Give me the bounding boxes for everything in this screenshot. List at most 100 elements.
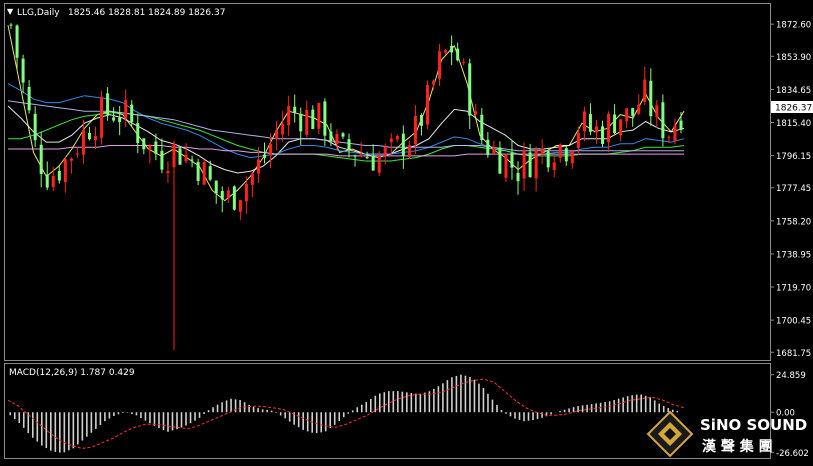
symbol-label: LLG,Daily [17, 8, 60, 18]
candle-body [625, 108, 629, 122]
candle-body [407, 145, 411, 158]
candle-body [353, 155, 357, 157]
candle-body [184, 154, 188, 162]
candle-body [190, 159, 194, 161]
price-tick-label: 1872.60 [776, 21, 811, 31]
candle-body [238, 200, 242, 212]
candle-body [33, 113, 37, 141]
candle-body [208, 166, 212, 180]
candle-body [124, 99, 128, 119]
candle-body [166, 170, 170, 174]
candle-body [317, 103, 321, 129]
candle-body [275, 129, 279, 139]
candle-body [601, 126, 605, 144]
candle-body [679, 120, 683, 130]
candle-body [27, 86, 31, 111]
moving-average-line [7, 105, 685, 174]
candle-body [305, 109, 309, 135]
candle-body [522, 150, 526, 179]
candlestick-layer [9, 22, 683, 351]
candle-body [462, 61, 466, 63]
candle-body [323, 101, 327, 136]
macd-layer [7, 374, 685, 453]
candle-body [594, 126, 598, 133]
candle-body [293, 106, 297, 113]
logo-name-en: SiNO SOUND [700, 416, 807, 434]
candle-body [474, 111, 478, 115]
candle-body [311, 109, 315, 129]
candle-body [63, 159, 67, 183]
candle-body [419, 115, 423, 126]
candle-body [329, 131, 333, 141]
candle-body [425, 85, 429, 125]
candle-body [94, 136, 98, 141]
candle-body [558, 144, 562, 158]
candle-body [154, 141, 158, 154]
candle-body [347, 139, 351, 151]
candle-body [444, 50, 448, 53]
candle-body [552, 162, 556, 170]
candle-body [631, 107, 635, 116]
price-tick-label: 1681.75 [776, 349, 811, 359]
candle-body [534, 150, 538, 179]
price-tick-label: 1834.65 [776, 86, 811, 96]
price-tick-label: 1796.15 [776, 152, 811, 162]
candle-body [136, 123, 140, 144]
candle-body [401, 133, 405, 156]
candle-body [498, 147, 502, 174]
candle-body [81, 130, 85, 155]
candle-body [661, 102, 665, 139]
candle-body [335, 133, 339, 145]
candle-body [637, 104, 641, 114]
candle-body [299, 113, 303, 132]
price-tick-label: 1853.90 [776, 53, 811, 63]
macd-tick-label: -26.602 [776, 449, 809, 459]
candle-body [244, 183, 248, 202]
price-tick-label: 1738.95 [776, 250, 811, 260]
candle-body [570, 151, 574, 164]
candle-body [377, 155, 381, 173]
candle-body [673, 125, 677, 141]
moving-average-line [7, 100, 684, 152]
ohlc-values: 1825.46 1828.81 1824.89 1826.37 [68, 8, 225, 18]
candle-body [546, 151, 550, 168]
candle-body [160, 150, 164, 170]
candle-body [504, 154, 508, 178]
candle-body [582, 111, 586, 132]
candle-body [613, 114, 617, 134]
current-price-label: 1826.37 [775, 104, 812, 114]
candle-body [383, 146, 387, 156]
candle-body [106, 93, 110, 115]
candle-body [51, 176, 55, 188]
candle-body [39, 144, 43, 174]
candle-body [486, 139, 490, 155]
price-tick-label: 1777.45 [776, 184, 811, 194]
moving-average-layer [7, 25, 685, 202]
candle-body [492, 147, 496, 154]
candle-body [365, 157, 369, 159]
candle-body [75, 153, 79, 155]
candle-body [214, 180, 218, 194]
candle-body [510, 153, 514, 168]
candle-body [607, 114, 611, 142]
candle-body [178, 148, 182, 165]
candle-body [395, 135, 399, 140]
candle-body [202, 161, 206, 185]
price-tick-label: 1719.70 [776, 284, 811, 294]
candle-body [588, 114, 592, 132]
candle-body [281, 124, 285, 135]
chart-menu-triangle[interactable]: ▼ [7, 7, 14, 16]
chart-canvas: 1872.60 1853.90 1834.65 1815.40 1796.15 1777.… [4, 3, 813, 459]
candle-body [269, 143, 273, 156]
macd-tick-label: 24.859 [776, 371, 806, 381]
candle-body [69, 158, 73, 161]
candle-body [226, 190, 230, 198]
candle-body [619, 119, 623, 136]
candle-body [564, 148, 568, 162]
candle-body [112, 117, 116, 121]
price-axis: 1872.60 1853.90 1834.65 1815.40 1796.15 1777.… [770, 21, 811, 359]
price-tick-label: 1815.40 [776, 119, 811, 129]
candle-body [232, 186, 236, 210]
candle-body [15, 25, 19, 58]
candle-body [480, 114, 484, 140]
